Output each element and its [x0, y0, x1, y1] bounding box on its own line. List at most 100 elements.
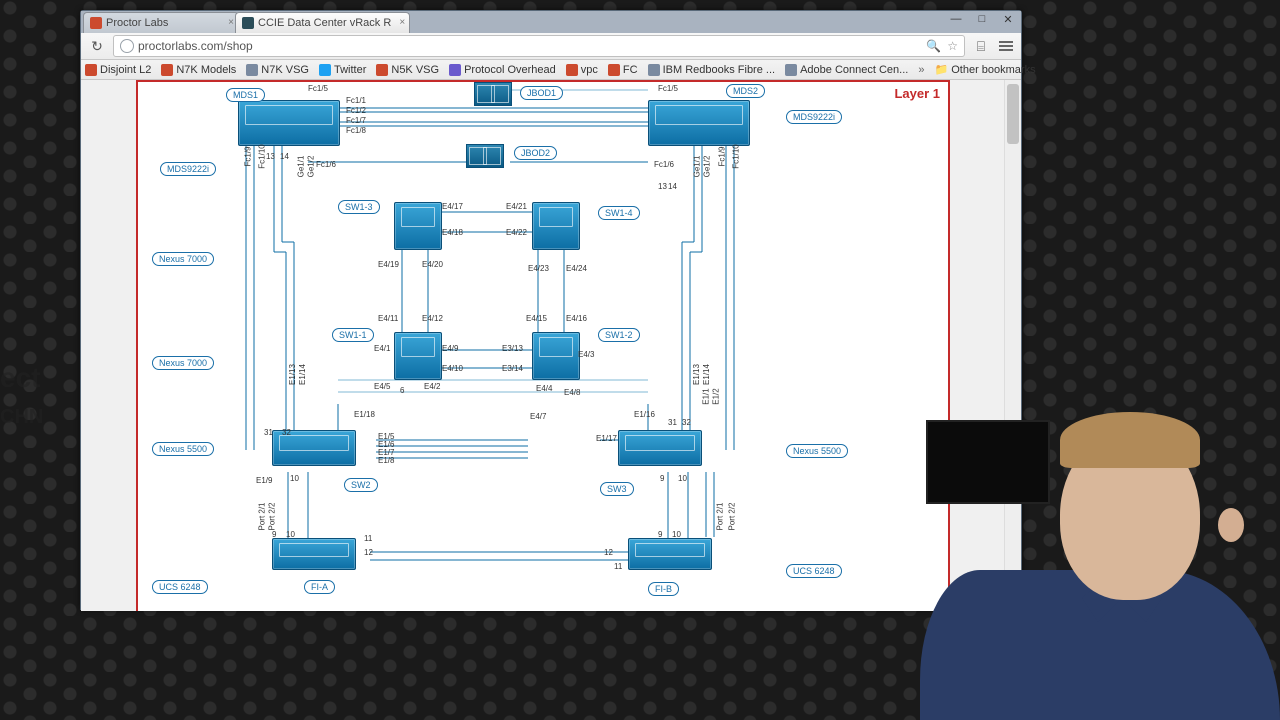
- bookmark-ibm-redbooks[interactable]: IBM Redbooks Fibre ...: [648, 64, 776, 76]
- legend-ucs-r: UCS 6248: [786, 564, 842, 578]
- lab: E4/20: [422, 260, 443, 269]
- lab: E4/10: [442, 364, 463, 373]
- chip-sw3: SW3: [600, 482, 634, 496]
- lab: 13: [658, 182, 667, 191]
- bookmark-disjoint-l2[interactable]: Disjoint L2: [85, 64, 151, 76]
- lab: E4/2: [424, 382, 440, 391]
- chip-mds2: MDS2: [726, 84, 765, 98]
- chip-fia: FI-A: [304, 580, 335, 594]
- legend-ucs-l: UCS 6248: [152, 580, 208, 594]
- lab: Fc1/1: [346, 96, 366, 105]
- device-jbod1: [474, 82, 512, 106]
- lab: 14: [668, 182, 677, 191]
- menu-button[interactable]: [997, 37, 1015, 55]
- lab: Port 2/1: [716, 502, 725, 530]
- bookmarks-bar: Disjoint L2 N7K Models N7K VSG Twitter N…: [81, 60, 1021, 80]
- lab: E1/17: [596, 434, 617, 443]
- toolbar: ↻ proctorlabs.com/shop 🔍 ☆ ⌸: [81, 33, 1021, 60]
- tab-title: Proctor Labs: [106, 17, 168, 29]
- lab: Fc1/5: [308, 84, 328, 93]
- lab: E1/9: [256, 476, 272, 485]
- lab: E1/14: [702, 364, 711, 385]
- lab: 32: [682, 418, 691, 427]
- lab: Fc1/7: [346, 116, 366, 125]
- bookmark-vpc[interactable]: vpc: [566, 64, 598, 76]
- lab: 31: [668, 418, 677, 427]
- lab: E4/11: [378, 314, 398, 323]
- close-icon[interactable]: ×: [399, 17, 405, 28]
- lab: E4/21: [506, 202, 527, 211]
- device-sw1-2: [532, 332, 580, 380]
- browser-window: Proctor Labs × CCIE Data Center vRack R …: [80, 10, 1022, 610]
- lab: Port 2/1: [258, 502, 267, 530]
- close-window-button[interactable]: ✕: [999, 13, 1017, 26]
- tab-proctor-labs[interactable]: Proctor Labs ×: [83, 12, 239, 33]
- chip-jbod2: JBOD2: [514, 146, 557, 160]
- bookmark-twitter[interactable]: Twitter: [319, 64, 366, 76]
- overflow-icon[interactable]: »: [918, 64, 924, 76]
- lab: 11: [614, 562, 622, 571]
- device-jbod2: [466, 144, 504, 168]
- chip-sw11: SW1-1: [332, 328, 374, 342]
- lab: E4/12: [422, 314, 443, 323]
- minimize-button[interactable]: —: [947, 13, 965, 26]
- bookmark-n5k-vsg[interactable]: N5K VSG: [376, 64, 439, 76]
- bookmark-n7k-models[interactable]: N7K Models: [161, 64, 236, 76]
- lab: Ge1/1: [296, 156, 305, 178]
- lab: Fc1/9: [718, 146, 727, 166]
- lab: 9: [658, 530, 662, 539]
- bookmark-adobe-connect[interactable]: Adobe Connect Cen...: [785, 64, 908, 76]
- lab: Port 2/2: [728, 502, 737, 530]
- scrollbar-thumb[interactable]: [1007, 84, 1019, 144]
- lab: E4/19: [378, 260, 399, 269]
- lab: E1/18: [354, 410, 375, 419]
- lab: E4/7: [530, 412, 546, 421]
- lab: 12: [604, 548, 613, 557]
- lab: E1/1: [702, 388, 711, 404]
- other-bookmarks[interactable]: 📁 Other bookmarks: [934, 63, 1035, 76]
- lab: E4/8: [564, 388, 580, 397]
- lab: Fc1/9: [244, 146, 253, 166]
- device-fi-a: [272, 538, 356, 570]
- cast-icon[interactable]: ⌸: [971, 36, 991, 56]
- bookmark-n7k-vsg[interactable]: N7K VSG: [246, 64, 309, 76]
- lab: E4/16: [566, 314, 587, 323]
- lab: Port 2/2: [268, 502, 277, 530]
- lab: E4/23: [528, 264, 549, 273]
- maximize-button[interactable]: □: [973, 13, 991, 26]
- url-text: proctorlabs.com/shop: [138, 39, 253, 53]
- reload-button[interactable]: ↻: [87, 36, 107, 56]
- lab: E3/13: [502, 344, 523, 353]
- lab: E1/13: [692, 364, 701, 385]
- search-icon[interactable]: 🔍: [926, 39, 941, 53]
- lab: Fc1/6: [316, 160, 336, 169]
- address-bar[interactable]: proctorlabs.com/shop 🔍 ☆: [113, 35, 965, 57]
- favicon-icon: [242, 17, 254, 29]
- lab: 32: [282, 428, 291, 437]
- lab: E4/18: [442, 228, 463, 237]
- lab: E4/17: [442, 202, 463, 211]
- bookmark-protocol-overhead[interactable]: Protocol Overhead: [449, 64, 556, 76]
- chip-mds1: MDS1: [226, 88, 265, 102]
- lab: E1/13: [288, 364, 297, 385]
- bookmark-fc[interactable]: FC: [608, 64, 638, 76]
- lab: 10: [678, 474, 687, 483]
- device-sw1-1: [394, 332, 442, 380]
- lab: Fc1/10: [732, 144, 741, 168]
- scrollbar[interactable]: [1004, 80, 1021, 611]
- lab: E1/16: [634, 410, 655, 419]
- lab: 13: [266, 152, 275, 161]
- lab: 10: [290, 474, 299, 483]
- lab: 6: [400, 386, 404, 395]
- close-icon[interactable]: ×: [228, 17, 234, 28]
- lab: E1/8: [378, 456, 394, 465]
- lab: E3/14: [502, 364, 523, 373]
- topology-canvas: MDS1 MDS2 JBOD1 JBOD2 SW1-3 SW1-4 SW1-1 …: [138, 82, 948, 611]
- lab: Fc1/5: [658, 84, 678, 93]
- device-mds1: [238, 100, 340, 146]
- device-sw1-4: [532, 202, 580, 250]
- star-icon[interactable]: ☆: [947, 39, 958, 53]
- tab-ccie-datacenter[interactable]: CCIE Data Center vRack R ×: [235, 12, 410, 33]
- legend-mds9222i-l: MDS9222i: [160, 162, 216, 176]
- lab: 9: [272, 530, 276, 539]
